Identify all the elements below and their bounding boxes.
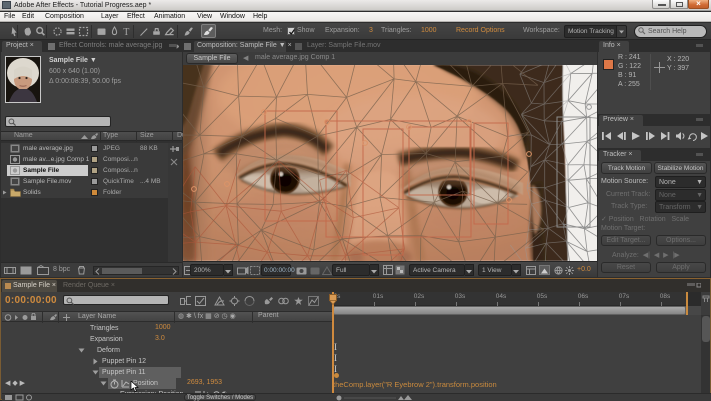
svg-text:T: T — [123, 27, 129, 37]
